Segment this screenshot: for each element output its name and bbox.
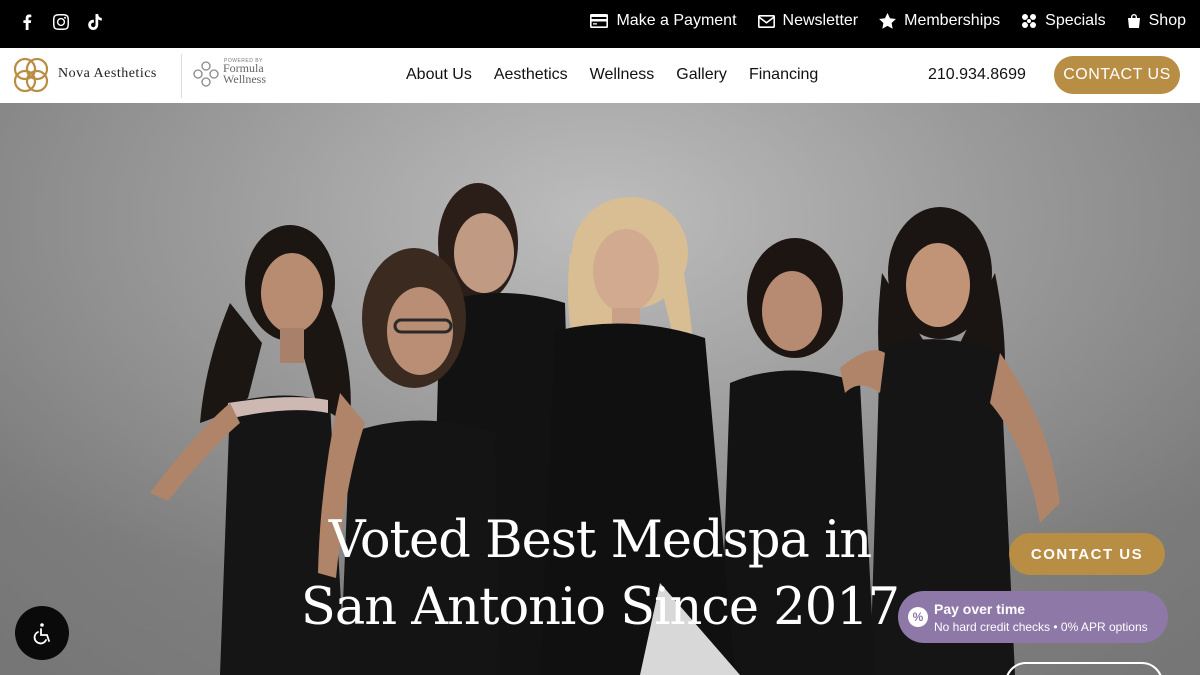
make-payment-label: Make a Payment: [616, 12, 737, 29]
gift-icon: [1022, 14, 1037, 28]
percent-icon: %: [908, 607, 928, 627]
nav-item-about-us[interactable]: About Us: [406, 66, 472, 84]
partner-name: Formula Wellness: [223, 62, 267, 86]
accessibility-button[interactable]: [15, 606, 69, 660]
nova-logo-icon[interactable]: [10, 54, 52, 96]
nav-item-wellness[interactable]: Wellness: [590, 66, 655, 84]
logo-divider: [181, 54, 182, 98]
pay-over-time-button[interactable]: % Pay over time No hard credit checks • …: [898, 591, 1168, 643]
shop-link[interactable]: Shop: [1127, 12, 1186, 30]
instagram-icon[interactable]: [44, 12, 78, 32]
tiktok-icon[interactable]: [78, 12, 112, 32]
hero-headline: Voted Best Medspa in San Antonio Since 2…: [300, 507, 900, 641]
pay-over-time-subtitle: No hard credit checks • 0% APR options: [934, 620, 1148, 634]
shopping-bag-icon: [1127, 14, 1140, 28]
hero-headline-line-2: San Antonio Since 2017: [300, 578, 900, 637]
memberships-label: Memberships: [904, 12, 1001, 29]
envelope-icon: [757, 14, 775, 28]
formula-wellness-logo-icon: [193, 61, 219, 87]
contact-us-button[interactable]: CONTACT US: [1054, 56, 1180, 94]
hero-outline-button[interactable]: [1005, 662, 1163, 675]
facebook-icon[interactable]: [10, 12, 44, 32]
memberships-link[interactable]: Memberships: [879, 12, 1000, 30]
floating-contact-us-button[interactable]: CONTACT US: [1009, 533, 1165, 575]
partner-line-2: Wellness: [223, 72, 267, 86]
nav-item-aesthetics[interactable]: Aesthetics: [494, 66, 568, 84]
utility-links: Make a Payment Newsletter Memberships Sp…: [590, 12, 1186, 30]
top-bar: Make a Payment Newsletter Memberships Sp…: [0, 0, 1200, 48]
social-links: [10, 12, 112, 32]
shop-label: Shop: [1148, 12, 1186, 29]
credit-card-icon: [590, 14, 609, 28]
specials-link[interactable]: Specials: [1021, 12, 1106, 30]
star-icon: [879, 13, 897, 29]
nav-item-gallery[interactable]: Gallery: [676, 66, 727, 84]
pay-over-time-title: Pay over time: [934, 601, 1026, 617]
brand-name[interactable]: Nova Aesthetics: [58, 66, 157, 82]
hero-headline-line-1: Voted Best Medspa in: [328, 511, 873, 570]
make-payment-link[interactable]: Make a Payment: [590, 12, 737, 30]
newsletter-label: Newsletter: [782, 12, 859, 29]
nav-menu: About Us Aesthetics Wellness Gallery Fin…: [406, 66, 818, 84]
nav-item-financing[interactable]: Financing: [749, 66, 818, 84]
accessibility-icon: [33, 623, 50, 645]
specials-label: Specials: [1045, 12, 1106, 29]
phone-link[interactable]: 210.934.8699: [928, 66, 1026, 84]
hero-section: Voted Best Medspa in San Antonio Since 2…: [0, 103, 1200, 675]
main-nav: Nova Aesthetics POWERED BY Formula Welln…: [0, 48, 1200, 103]
newsletter-link[interactable]: Newsletter: [757, 12, 859, 30]
